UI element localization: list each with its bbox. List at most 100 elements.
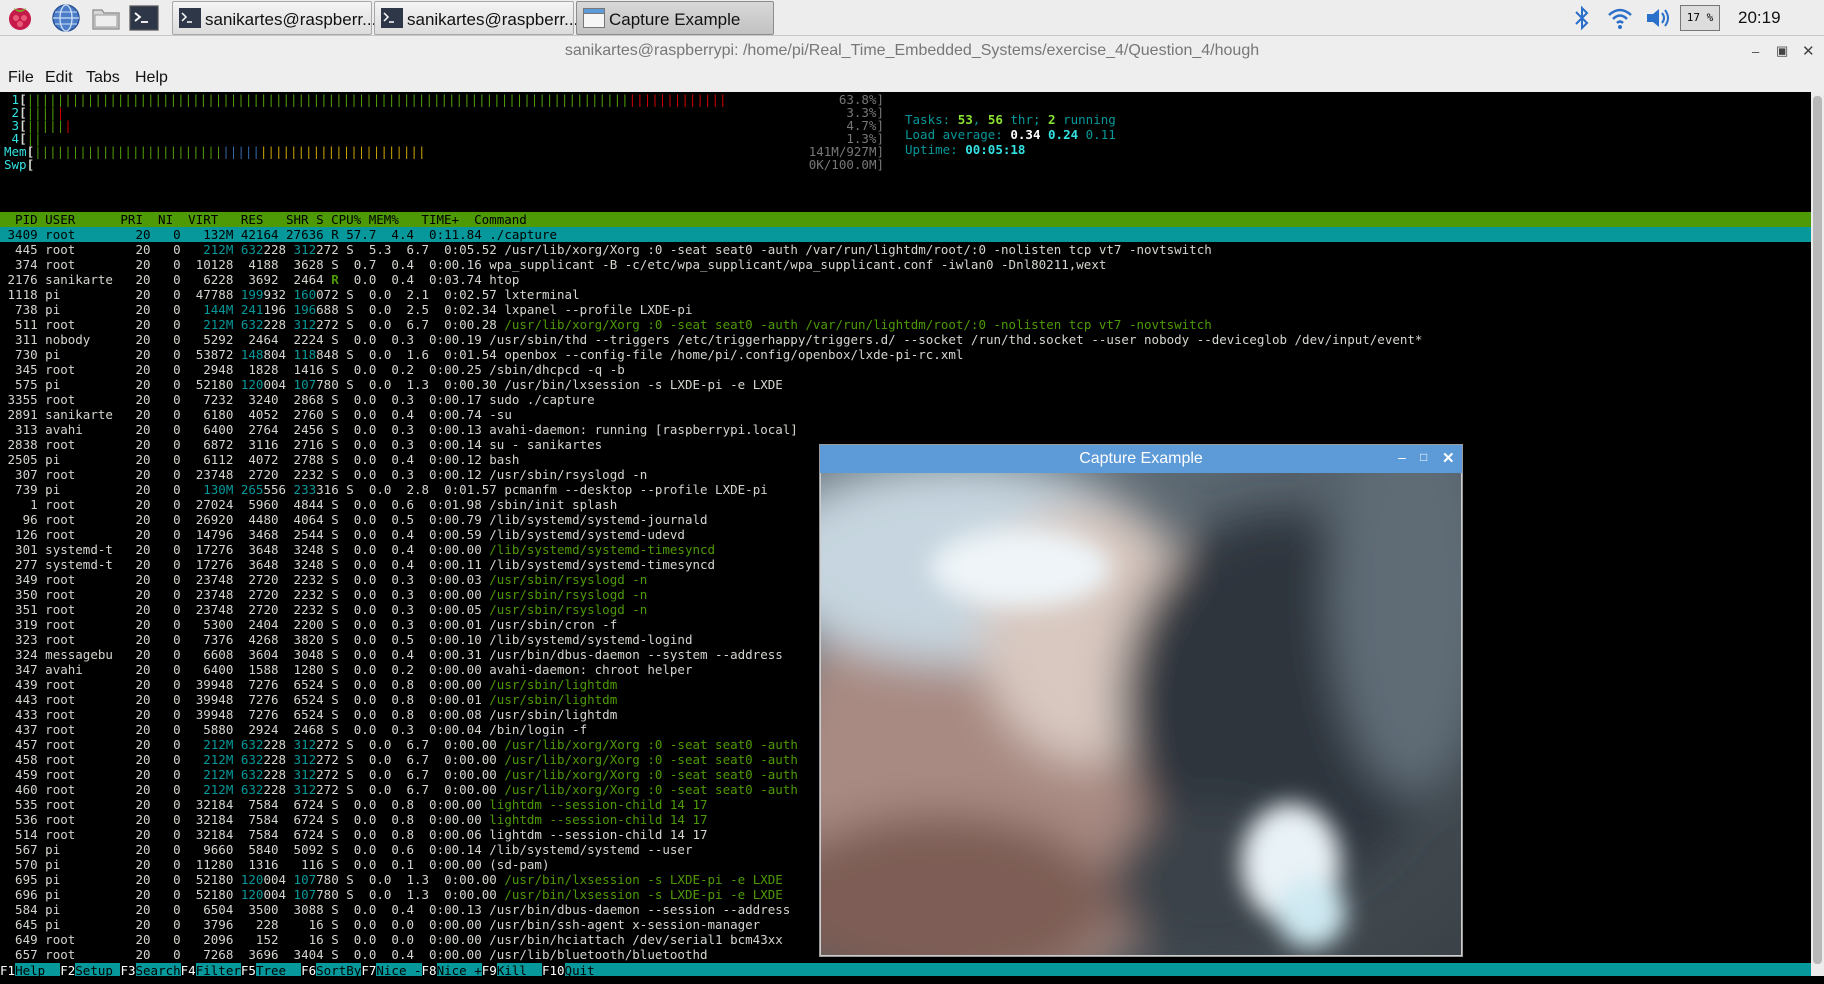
state-cell: S [331, 662, 339, 677]
process-row[interactable]: 313 avahi 20 0 6400 2764 2456 S 0.0 0.3 … [0, 422, 1811, 437]
fkey-label[interactable]: Tree [255, 963, 302, 976]
taskbar-button-capture-example[interactable]: Capture Example [576, 1, 774, 35]
ni-cell: 0 [158, 662, 181, 677]
minimize-icon[interactable]: – [1398, 449, 1406, 465]
fkey-label[interactable]: Nice + [436, 963, 482, 976]
fkey-f5[interactable]: F5 [241, 963, 256, 976]
command-cell: /usr/sbin/thd --triggers /etc/triggerhap… [489, 332, 1423, 347]
process-row[interactable]: 311 nobody 20 0 5292 2464 2224 S 0.0 0.3… [0, 332, 1811, 347]
process-row[interactable]: 2891 sanikarte 20 0 6180 4052 2760 S 0.0… [0, 407, 1811, 422]
menu-tabs[interactable]: Tabs [86, 69, 120, 87]
scrollbar-thumb[interactable] [1813, 96, 1822, 964]
menu-help[interactable]: Help [135, 69, 168, 87]
web-browser-icon[interactable] [50, 2, 82, 34]
process-row[interactable]: 374 root 20 0 10128 4188 3628 S 0.7 0.4 … [0, 257, 1811, 272]
fkey-label[interactable]: SortBy [316, 963, 362, 976]
fkey-label[interactable]: Quit [564, 963, 610, 976]
virt-cell: 32184 [188, 797, 234, 812]
fkey-label[interactable]: Nice - [376, 963, 422, 976]
terminal-launcher-icon[interactable] [128, 2, 160, 34]
fkey-f8[interactable]: F8 [422, 963, 437, 976]
fkey-f1[interactable]: F1 [0, 963, 15, 976]
pri-cell: 20 [120, 587, 151, 602]
fkey-label[interactable]: Kill [496, 963, 542, 976]
fkey-label[interactable]: Filter [195, 963, 241, 976]
command-cell: /lib/systemd/systemd-udevd [489, 527, 685, 542]
fkey-f3[interactable]: F3 [120, 963, 135, 976]
process-row[interactable]: 445 root 20 0 212M 632228 312272 S 5.3 6… [0, 242, 1811, 257]
terminal-titlebar[interactable]: sanikartes@raspberrypi: /home/pi/Real_Ti… [0, 36, 1824, 68]
file-manager-icon[interactable] [90, 2, 122, 34]
res-cell: 2464 [233, 332, 279, 347]
cpu-cell: 0.0 [346, 692, 377, 707]
clock[interactable]: 20:19 [1738, 8, 1781, 28]
res-cell: 148804 [233, 347, 287, 362]
process-row[interactable]: 575 pi 20 0 52180 120004 107780 S 0.0 1.… [0, 377, 1811, 392]
capture-titlebar[interactable]: Capture Example – □ ✕ [820, 445, 1462, 473]
process-row[interactable]: 3355 root 20 0 7232 3240 2868 S 0.0 0.3 … [0, 392, 1811, 407]
res-cell: 3648 [233, 557, 279, 572]
user-cell: root [45, 767, 113, 782]
pid-cell: 570 [0, 857, 38, 872]
fkey-label[interactable]: Search [135, 963, 181, 976]
camera-frame-image [821, 473, 1461, 955]
terminal-scrollbar[interactable] [1811, 92, 1824, 976]
taskbar-button-terminal-2[interactable]: sanikartes@raspberr... [374, 1, 578, 35]
process-row[interactable]: 730 pi 20 0 53872 148804 118848 S 0.0 1.… [0, 347, 1811, 362]
wifi-icon[interactable] [1606, 5, 1634, 31]
shr-cell: 6524 [278, 707, 324, 722]
capture-example-window[interactable]: Capture Example – □ ✕ [819, 444, 1463, 957]
user-cell: root [45, 632, 113, 647]
user-cell: pi [45, 302, 113, 317]
pri-cell: 20 [120, 752, 151, 767]
fkey-f6[interactable]: F6 [301, 963, 316, 976]
close-icon[interactable]: ✕ [1802, 42, 1815, 60]
fkey-f4[interactable]: F4 [181, 963, 196, 976]
process-table-header[interactable]: PID USER PRI NI VIRT RES SHR S CPU% MEM%… [0, 212, 1811, 227]
fkey-label[interactable]: Help [15, 963, 61, 976]
cpu-cell: 0.0 [346, 407, 377, 422]
process-row[interactable]: 2176 sanikarte 20 0 6228 3692 2464 R 0.0… [0, 272, 1811, 287]
process-row[interactable]: 738 pi 20 0 144M 241196 196688 S 0.0 2.5… [0, 302, 1811, 317]
command-cell: lightdm --session-child 14 17 [489, 812, 708, 827]
menu-edit[interactable]: Edit [45, 69, 73, 87]
ni-cell: 0 [158, 722, 181, 737]
fkey-f7[interactable]: F7 [361, 963, 376, 976]
command-cell: /usr/bin/dbus-daemon --system --address [489, 647, 783, 662]
fkey-f9[interactable]: F9 [482, 963, 497, 976]
pid-cell: 374 [0, 257, 38, 272]
shr-cell: 312272 [286, 242, 339, 257]
mem-cell: 0.4 [383, 527, 414, 542]
user-cell: pi [45, 452, 113, 467]
taskbar-button-terminal-1[interactable]: sanikartes@raspberr... [172, 1, 376, 35]
pri-cell: 20 [120, 437, 151, 452]
process-row[interactable]: 1118 pi 20 0 47788 199932 160072 S 0.0 2… [0, 287, 1811, 302]
state-cell: S [346, 317, 354, 332]
pid-cell: 2891 [0, 407, 38, 422]
fkey-f2[interactable]: F2 [60, 963, 75, 976]
minimize-icon[interactable]: – [1752, 44, 1759, 59]
state-cell: S [331, 437, 339, 452]
cpu-usage-monitor[interactable]: 17 % [1680, 5, 1720, 31]
time-cell: 0:00.28 [436, 317, 497, 332]
fkey-f10[interactable]: F10 [542, 963, 565, 976]
bluetooth-icon[interactable] [1570, 5, 1594, 31]
pid-cell: 351 [0, 602, 38, 617]
volume-icon[interactable] [1644, 5, 1672, 31]
raspberry-menu-icon[interactable] [4, 2, 36, 34]
shr-cell: 4844 [278, 497, 324, 512]
fkey-label[interactable]: Setup [75, 963, 121, 976]
command-cell: /usr/bin/lxsession -s LXDE-pi -e LXDE [504, 887, 783, 902]
ni-cell: 0 [158, 602, 181, 617]
user-cell: sanikarte [45, 272, 113, 287]
process-row[interactable]: 345 root 20 0 2948 1828 1416 S 0.0 0.2 0… [0, 362, 1811, 377]
maximize-icon[interactable]: ▣ [1776, 43, 1788, 59]
shr-cell: 312272 [286, 752, 339, 767]
ni-cell: 0 [158, 467, 181, 482]
process-row[interactable]: 511 root 20 0 212M 632228 312272 S 0.0 6… [0, 317, 1811, 332]
process-row[interactable]: 3409 root 20 0 132M 42164 27636 R 57.7 4… [0, 227, 1811, 242]
shr-cell: 3628 [278, 257, 324, 272]
close-icon[interactable]: ✕ [1442, 449, 1455, 467]
maximize-icon[interactable]: □ [1420, 450, 1427, 464]
menu-file[interactable]: File [8, 69, 34, 87]
